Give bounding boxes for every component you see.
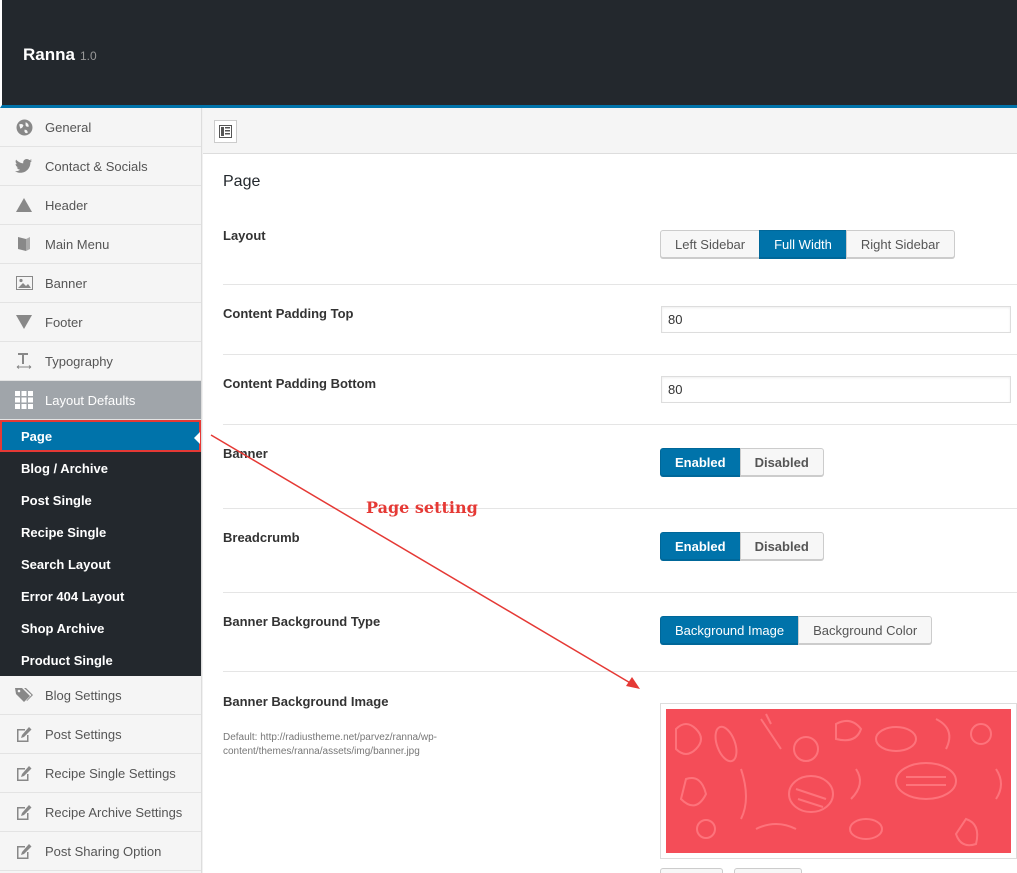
remove-button[interactable] xyxy=(734,868,802,873)
edit-icon xyxy=(14,724,34,744)
tags-icon xyxy=(14,685,34,705)
food-pattern-icon xyxy=(675,713,1002,847)
book-icon xyxy=(14,234,34,254)
breadcrumb-label: Breadcrumb xyxy=(223,530,300,545)
upload-button[interactable] xyxy=(660,868,723,873)
background-image-button[interactable]: Background Image xyxy=(660,616,800,644)
padding-top-input[interactable] xyxy=(661,306,1011,333)
subitem-error-404-layout[interactable]: Error 404 Layout xyxy=(0,580,201,612)
section-title: Page xyxy=(223,173,261,190)
banner-enabled-button[interactable]: Enabled xyxy=(660,448,741,476)
sidebar-item-label: Post Sharing Option xyxy=(45,843,162,859)
sidebar-item-contact-socials[interactable]: Contact & Socials xyxy=(0,147,201,186)
padding-top-row: Content Padding Top xyxy=(223,285,1017,355)
banner-bg-type-button-group: Background Image Background Color xyxy=(660,616,933,644)
triangle-up-icon xyxy=(14,195,34,215)
twitter-icon xyxy=(14,156,34,176)
layout-icon xyxy=(219,125,232,138)
subitem-blog-archive[interactable]: Blog / Archive xyxy=(0,452,201,484)
banner-image-preview[interactable] xyxy=(660,703,1017,859)
sidebar-item-label: Typography xyxy=(45,353,113,369)
breadcrumb-enabled-button[interactable]: Enabled xyxy=(660,532,741,560)
sidebar-item-label: Main Menu xyxy=(45,236,110,252)
app-title: Ranna xyxy=(23,45,75,64)
theme-options-header: Ranna 1.0 xyxy=(0,0,1017,108)
edit-icon xyxy=(14,841,34,861)
right-sidebar-button[interactable]: Right Sidebar xyxy=(845,230,955,258)
padding-top-label: Content Padding Top xyxy=(223,306,354,321)
sidebar-item-layout-defaults[interactable]: Layout Defaults xyxy=(0,381,201,420)
banner-image xyxy=(666,709,1011,853)
sidebar-item-label: Recipe Archive Settings xyxy=(45,804,183,820)
padding-bottom-label: Content Padding Bottom xyxy=(223,376,377,391)
sidebar-item-recipe-archive-settings[interactable]: Recipe Archive Settings xyxy=(0,793,201,832)
sidebar-item-typography[interactable]: Typography xyxy=(0,342,201,381)
left-sidebar-button[interactable]: Left Sidebar xyxy=(660,230,761,258)
expand-options-button[interactable] xyxy=(214,120,237,143)
breadcrumb-row: Breadcrumb Enabled Disabled xyxy=(223,509,1017,593)
globe-icon xyxy=(14,117,34,137)
padding-bottom-row: Content Padding Bottom xyxy=(223,355,1017,425)
edit-icon xyxy=(14,802,34,822)
banner-row: Banner Enabled Disabled xyxy=(223,425,1017,509)
layout-button-group: Left Sidebar Full Width Right Sidebar xyxy=(660,230,955,258)
subitem-recipe-single[interactable]: Recipe Single xyxy=(0,516,201,548)
banner-label: Banner xyxy=(223,446,268,461)
sidebar-item-blog-settings[interactable]: Blog Settings xyxy=(0,676,201,715)
padding-bottom-input[interactable] xyxy=(661,376,1011,403)
banner-bg-image-label: Banner Background Image xyxy=(223,694,389,709)
grid-icon xyxy=(14,390,34,410)
breadcrumb-toggle: Enabled Disabled xyxy=(660,532,824,560)
sidebar-item-label: Banner xyxy=(45,275,87,291)
subitem-shop-archive[interactable]: Shop Archive xyxy=(0,612,201,644)
full-width-button[interactable]: Full Width xyxy=(759,230,847,258)
sidebar-item-label: Footer xyxy=(45,314,83,330)
sidebar-item-banner[interactable]: Banner xyxy=(0,264,201,303)
layout-defaults-submenu: Page Blog / Archive Post Single Recipe S… xyxy=(0,420,201,676)
subitem-search-layout[interactable]: Search Layout xyxy=(0,548,201,580)
sidebar-item-header[interactable]: Header xyxy=(0,186,201,225)
banner-bg-image-description: Default: http://radiustheme.net/parvez/r… xyxy=(223,732,438,757)
banner-toggle: Enabled Disabled xyxy=(660,448,824,476)
breadcrumb-disabled-button[interactable]: Disabled xyxy=(739,532,824,560)
sidebar-item-general[interactable]: General xyxy=(0,108,201,147)
sidebar-item-main-menu[interactable]: Main Menu xyxy=(0,225,201,264)
sidebar-item-label: Layout Defaults xyxy=(45,392,136,408)
image-icon xyxy=(14,273,34,293)
options-sidebar: General Contact & Socials Header Main Me… xyxy=(0,108,202,873)
sidebar-item-label: Header xyxy=(45,197,88,213)
sidebar-item-label: Recipe Single Settings xyxy=(45,765,176,781)
layout-label: Layout xyxy=(223,228,266,243)
triangle-down-icon xyxy=(14,312,34,332)
layout-row: Layout Left Sidebar Full Width Right Sid… xyxy=(223,214,1017,285)
annotation-label: Page setting xyxy=(366,498,478,517)
sidebar-item-footer[interactable]: Footer xyxy=(0,303,201,342)
subitem-post-single[interactable]: Post Single xyxy=(0,484,201,516)
sidebar-item-post-sharing-option[interactable]: Post Sharing Option xyxy=(0,832,201,871)
subitem-product-single[interactable]: Product Single xyxy=(0,644,201,676)
banner-bg-type-label: Banner Background Type xyxy=(223,614,381,629)
sidebar-item-label: General xyxy=(45,119,92,135)
sidebar-item-label: Post Settings xyxy=(45,726,122,742)
app-version: 1.0 xyxy=(80,49,97,63)
banner-bg-type-row: Banner Background Type Background Image … xyxy=(223,593,1017,672)
panel-toolbar xyxy=(203,108,1017,154)
banner-disabled-button[interactable]: Disabled xyxy=(739,448,824,476)
sidebar-item-label: Contact & Socials xyxy=(45,158,148,174)
options-panel: Page Layout Left Sidebar Full Width Righ… xyxy=(203,108,1017,873)
subitem-page[interactable]: Page xyxy=(0,420,201,452)
text-icon xyxy=(14,351,34,371)
sidebar-item-post-settings[interactable]: Post Settings xyxy=(0,715,201,754)
sidebar-item-recipe-single-settings[interactable]: Recipe Single Settings xyxy=(0,754,201,793)
background-color-button[interactable]: Background Color xyxy=(798,616,933,644)
edit-icon xyxy=(14,763,34,783)
sidebar-item-label: Blog Settings xyxy=(45,687,122,703)
